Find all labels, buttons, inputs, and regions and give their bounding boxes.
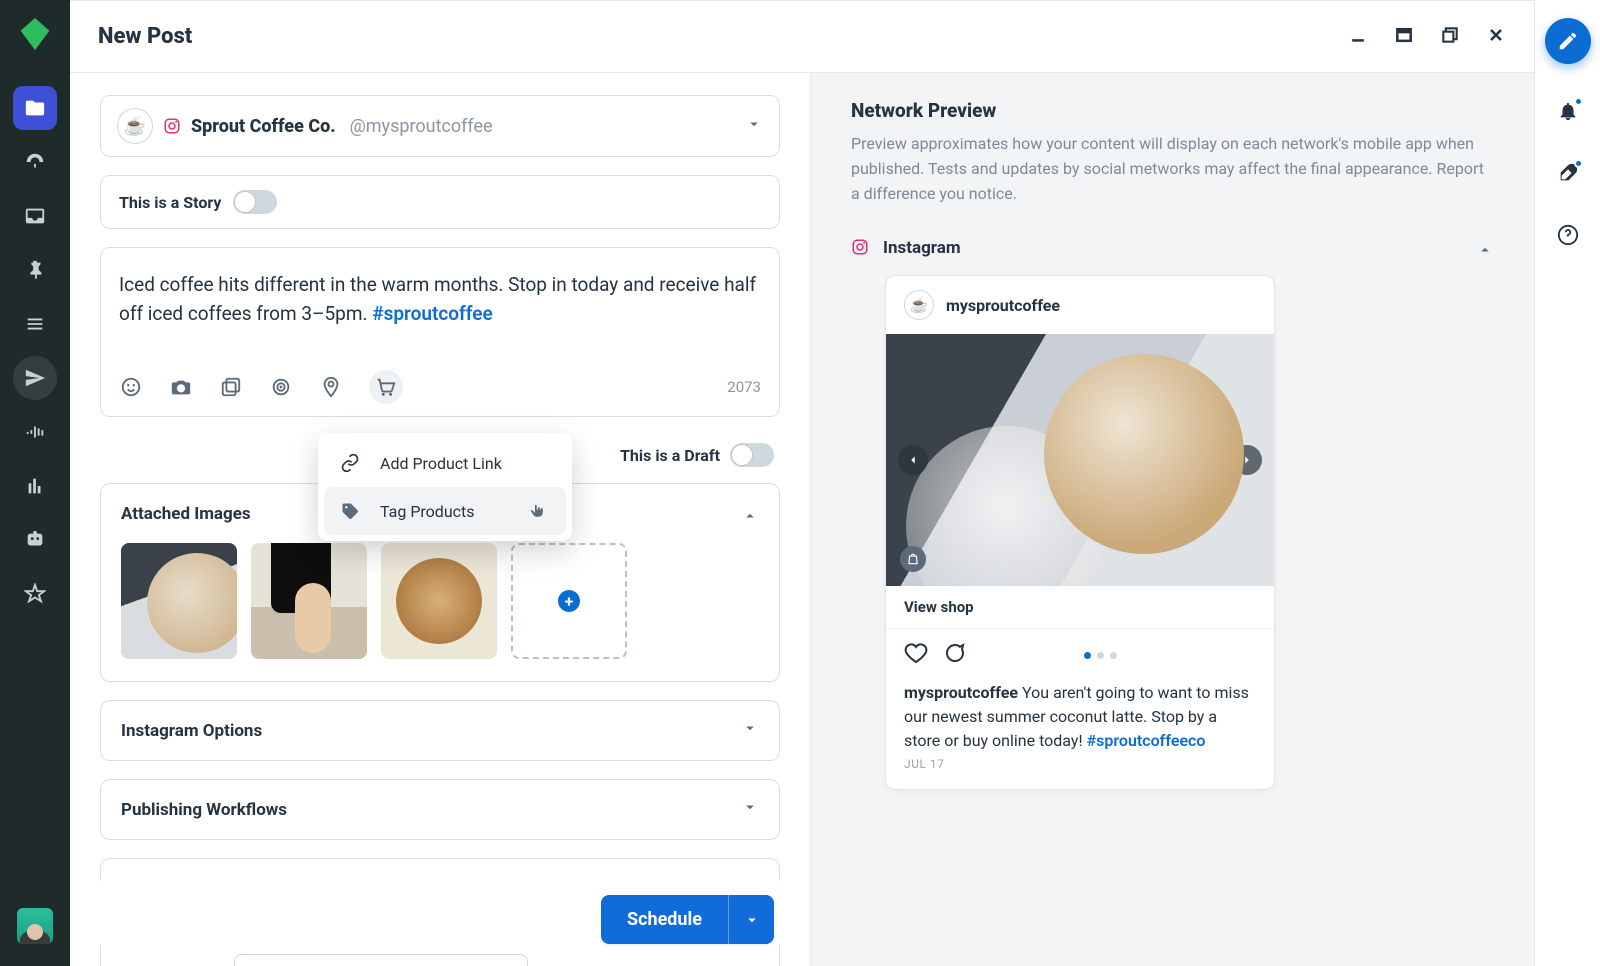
draft-toggle[interactable] (730, 443, 774, 467)
schedule-button[interactable]: Schedule (601, 895, 728, 944)
preview-caption: mysproutcoffee You aren't going to want … (886, 673, 1274, 757)
add-image-button[interactable]: + (511, 543, 627, 659)
character-count: 2073 (727, 378, 761, 396)
nav-list-icon[interactable] (13, 302, 57, 346)
story-toggle-label: This is a Story (119, 193, 221, 212)
nav-dashboard-icon[interactable] (13, 140, 57, 184)
instagram-preview-card: ☕ mysproutcoffee View shop (885, 275, 1275, 790)
story-toggle[interactable] (233, 190, 277, 214)
chevron-down-icon (741, 719, 759, 742)
comment-icon[interactable] (942, 641, 966, 669)
emoji-tool-icon[interactable] (119, 375, 143, 399)
instagram-options-header[interactable]: Instagram Options (101, 701, 779, 760)
carousel-prev-button[interactable] (898, 445, 928, 475)
chevron-down-icon (741, 798, 759, 821)
location-tool-icon[interactable] (319, 375, 343, 399)
nav-audio-icon[interactable] (13, 410, 57, 454)
preview-network-header[interactable]: Instagram (851, 232, 1494, 275)
nav-folder-icon[interactable] (13, 86, 57, 130)
view-shop-link[interactable]: View shop (886, 586, 1274, 629)
instagram-icon (163, 117, 181, 135)
minimize-icon[interactable] (1348, 25, 1368, 49)
window-maximize-icon[interactable] (1394, 25, 1414, 49)
preview-handle: mysproutcoffee (946, 296, 1060, 315)
nav-reports-icon[interactable] (13, 464, 57, 508)
profile-handle: @mysproutcoffee (350, 116, 493, 137)
header: New Post (70, 1, 1534, 73)
profile-avatar-icon: ☕ (117, 108, 153, 144)
nav-rail-right (1534, 0, 1600, 966)
draft-toggle-label: This is a Draft (620, 446, 720, 465)
attached-image-2[interactable] (251, 543, 367, 659)
notifications-icon[interactable] (1557, 100, 1579, 126)
tag-products-item[interactable]: Tag Products (324, 487, 566, 535)
help-icon[interactable] (1557, 224, 1579, 250)
chevron-up-icon (741, 502, 759, 525)
preview-date: JUL 17 (886, 757, 1274, 789)
gallery-tool-icon[interactable] (219, 375, 243, 399)
profile-selector[interactable]: ☕ Sprout Coffee Co. @mysproutcoffee (101, 96, 779, 156)
publishing-workflows-header[interactable]: Publishing Workflows (101, 780, 779, 839)
preview-avatar-icon: ☕ (904, 290, 934, 320)
plus-icon: + (558, 590, 580, 612)
chevron-down-icon (745, 115, 763, 137)
preview-help-text: Preview approximates how your content wi… (851, 132, 1491, 206)
attached-image-3[interactable] (381, 543, 497, 659)
nav-rail-left (0, 0, 70, 966)
nav-bot-icon[interactable] (13, 518, 57, 562)
user-avatar[interactable] (17, 908, 53, 944)
chevron-down-icon (743, 911, 761, 929)
hashtag: #sproutcoffee (372, 302, 493, 325)
camera-tool-icon[interactable] (169, 375, 193, 399)
feather-icon[interactable] (1557, 162, 1579, 188)
preview-title: Network Preview (851, 99, 1494, 122)
page-title: New Post (98, 24, 1348, 49)
carousel-next-button[interactable] (1232, 445, 1262, 475)
sprout-logo-icon[interactable] (19, 18, 51, 50)
shopping-popover: Add Product Link Tag Products (318, 433, 572, 541)
post-text-input[interactable]: Iced coffee hits different in the warm m… (119, 270, 761, 340)
shopping-bag-icon (900, 546, 926, 572)
preview-pane: Network Preview Preview approximates how… (810, 73, 1534, 966)
profile-name: Sprout Coffee Co. (191, 116, 336, 137)
window-restore-icon[interactable] (1440, 25, 1460, 49)
schedule-menu-button[interactable] (728, 895, 774, 944)
instagram-icon (851, 238, 871, 258)
preview-image (886, 334, 1274, 586)
nav-star-icon[interactable] (13, 572, 57, 616)
target-tool-icon[interactable] (269, 375, 293, 399)
shopping-tool-icon[interactable] (369, 370, 403, 404)
compose-fab-button[interactable] (1545, 18, 1591, 64)
when-to-post-select[interactable]: Specific days and times (234, 954, 528, 966)
carousel-dots (1084, 652, 1117, 659)
nav-send-icon[interactable] (13, 356, 57, 400)
add-product-link-item[interactable]: Add Product Link (324, 439, 566, 487)
nav-pin-icon[interactable] (13, 248, 57, 292)
attached-image-1[interactable] (121, 543, 237, 659)
close-icon[interactable] (1486, 25, 1506, 49)
like-icon[interactable] (904, 641, 928, 669)
compose-pane: ☕ Sprout Coffee Co. @mysproutcoffee This… (70, 73, 810, 966)
chevron-up-icon (1476, 236, 1494, 259)
cursor-hand-icon (528, 502, 546, 520)
nav-inbox-icon[interactable] (13, 194, 57, 238)
